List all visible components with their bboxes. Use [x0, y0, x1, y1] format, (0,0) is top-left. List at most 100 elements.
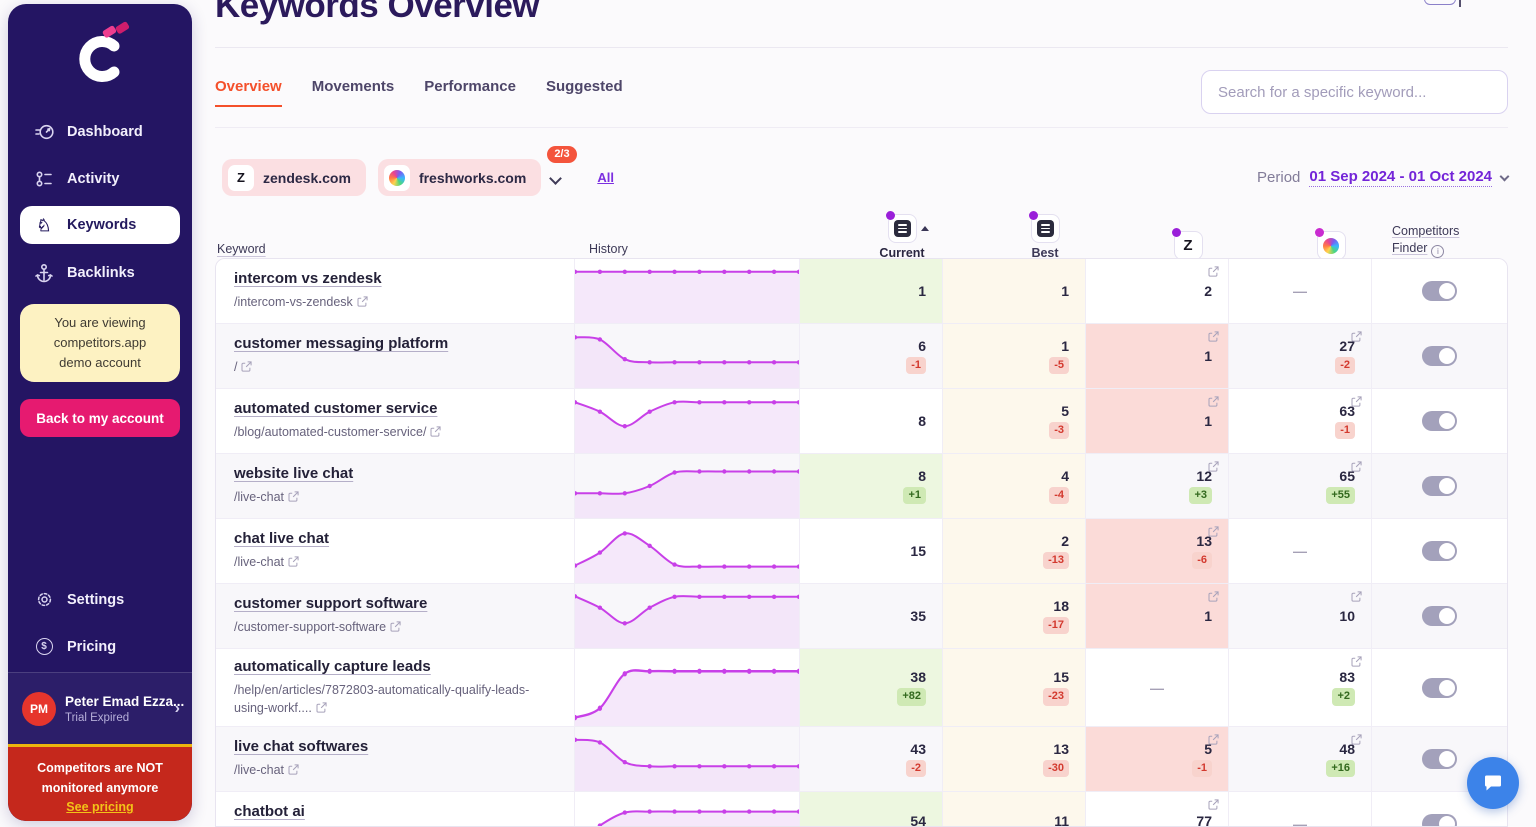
logo-slash-2: [115, 21, 130, 34]
see-pricing-link[interactable]: See pricing: [66, 800, 133, 814]
keyword-link[interactable]: chatbot ai: [234, 803, 305, 820]
column-current[interactable]: Current: [873, 211, 931, 264]
external-link-icon[interactable]: [1208, 331, 1219, 342]
competitor-chip-label: zendesk.com: [263, 169, 351, 186]
rank-change-badge: -1: [1192, 759, 1212, 778]
rank-change-badge: +2: [1332, 688, 1355, 706]
keyword-link[interactable]: chat live chat: [234, 530, 329, 547]
history-sparkline: [575, 737, 799, 791]
external-link-icon[interactable]: [1351, 461, 1362, 472]
external-link-icon[interactable]: [1351, 396, 1362, 407]
zendesk-rank-cell: 1: [1085, 389, 1228, 453]
rank-value: 1: [1204, 348, 1212, 364]
cutoff-toolbar-button[interactable]: [1424, 0, 1456, 5]
keyword-link[interactable]: automated customer service: [234, 400, 437, 417]
back-to-account-button[interactable]: Back to my account: [20, 399, 180, 437]
external-link-icon[interactable]: [1208, 799, 1219, 810]
no-rank-dash: —: [1150, 679, 1164, 696]
keyword-url[interactable]: /live-chat: [234, 554, 299, 572]
keyword-link[interactable]: intercom vs zendesk: [234, 270, 382, 287]
tab-overview[interactable]: Overview: [215, 78, 282, 107]
rank-change-badge: -6: [1192, 551, 1212, 570]
user-name: Peter Emad Ezza...: [65, 693, 185, 709]
finder-cell: [1371, 454, 1507, 518]
keyword-cell: website live chat/live-chat: [216, 454, 574, 518]
zendesk-rank-cell: —: [1085, 649, 1228, 726]
tab-performance[interactable]: Performance: [424, 78, 516, 107]
competitor-finder-toggle[interactable]: [1422, 476, 1457, 496]
sidebar-item-dashboard[interactable]: Dashboard: [8, 108, 192, 155]
column-best[interactable]: Best: [1016, 211, 1074, 264]
user-menu[interactable]: PM Peter Emad Ezza... Trial Expired ›: [8, 672, 192, 744]
info-icon[interactable]: i: [1431, 245, 1445, 258]
external-link-icon[interactable]: [1208, 526, 1219, 537]
anchor-icon: [32, 263, 56, 283]
chat-launcher-button[interactable]: [1467, 757, 1519, 809]
tab-movements[interactable]: Movements: [312, 78, 395, 107]
sidebar-item-label: Pricing: [67, 638, 117, 655]
keyword-url[interactable]: /live-chat: [234, 489, 299, 507]
sidebar-item-pricing[interactable]: $ Pricing: [8, 623, 192, 670]
keyword-url[interactable]: /: [234, 359, 253, 377]
chevron-down-icon[interactable]: [1499, 171, 1510, 181]
rank-value: 77: [1196, 812, 1212, 827]
history-sparkline: [575, 668, 799, 726]
competitor-finder-toggle[interactable]: [1422, 346, 1457, 366]
history-cell: [574, 519, 799, 583]
competitor-finder-toggle[interactable]: [1422, 749, 1457, 769]
freshworks-rank-cell: —: [1228, 259, 1371, 323]
keyword-url[interactable]: /help/en/articles/7872803-automatically-…: [234, 682, 549, 717]
competitor-chip[interactable]: Zzendesk.com: [222, 159, 366, 196]
search-input[interactable]: [1201, 70, 1508, 114]
finder-cell: [1371, 259, 1507, 323]
tab-bar: Overview Movements Performance Suggested: [215, 78, 623, 107]
period-label: Period: [1257, 169, 1301, 186]
keyword-url[interactable]: /customer-support-software: [234, 619, 401, 637]
sidebar-item-backlinks[interactable]: Backlinks: [8, 249, 192, 296]
keyword-link[interactable]: customer support software: [234, 595, 427, 612]
app-logo[interactable]: [8, 20, 192, 90]
freshworks-rank-cell: 65 +55: [1228, 454, 1371, 518]
competitor-finder-toggle[interactable]: [1422, 411, 1457, 431]
keyword-link[interactable]: live chat softwares: [234, 738, 368, 755]
sidebar-item-settings[interactable]: Settings: [8, 576, 192, 623]
keyword-url[interactable]: /live-chat: [234, 762, 299, 780]
competitor-finder-toggle[interactable]: [1422, 677, 1457, 698]
external-link-icon[interactable]: [1208, 591, 1219, 602]
external-link-icon[interactable]: [1208, 266, 1219, 277]
keyword-cell: intercom vs zendesk/intercom-vs-zendesk: [216, 259, 574, 323]
keyword-link[interactable]: website live chat: [234, 465, 353, 482]
rank-value: 43: [910, 740, 926, 757]
competitor-finder-toggle[interactable]: [1422, 541, 1457, 561]
best-rank-cell: 1: [942, 259, 1085, 323]
history-sparkline: [575, 469, 799, 518]
current-rank-cell: 15: [799, 519, 942, 583]
competitor-expander[interactable]: 2/3: [547, 145, 577, 188]
external-link-icon[interactable]: [1351, 591, 1362, 602]
external-link-icon[interactable]: [1351, 656, 1362, 667]
external-link-icon[interactable]: [1208, 734, 1219, 745]
freshworks-icon: [1314, 228, 1346, 260]
external-link-icon[interactable]: [1351, 331, 1362, 342]
keyword-url[interactable]: /intercom-vs-zendesk: [234, 294, 368, 312]
knight-icon: ♘: [36, 215, 52, 235]
all-competitors-link[interactable]: All: [597, 170, 614, 185]
keyword-link[interactable]: customer messaging platform: [234, 335, 448, 352]
competitor-finder-toggle[interactable]: [1422, 814, 1457, 826]
external-link-icon[interactable]: [1351, 734, 1362, 745]
best-rank-cell: 1 -5: [942, 324, 1085, 388]
period-value[interactable]: 01 Sep 2024 - 01 Oct 2024: [1309, 168, 1492, 187]
competitor-finder-toggle[interactable]: [1422, 281, 1457, 301]
keyword-url[interactable]: /blog/automated-customer-service/: [234, 424, 442, 442]
competitor-finder-toggle[interactable]: [1422, 606, 1457, 626]
sidebar-item-keywords[interactable]: ♘ Keywords: [20, 206, 180, 244]
external-link-icon[interactable]: [1208, 396, 1219, 407]
rank-change-badge: -1: [906, 356, 926, 375]
gear-icon: [32, 590, 56, 609]
tab-suggested[interactable]: Suggested: [546, 78, 623, 107]
competitor-chip[interactable]: freshworks.com: [377, 159, 542, 196]
external-link-icon[interactable]: [1208, 461, 1219, 472]
rank-change-badge: +1: [903, 486, 926, 505]
sidebar-item-activity[interactable]: Activity: [8, 155, 192, 202]
keyword-link[interactable]: automatically capture leads: [234, 658, 431, 675]
